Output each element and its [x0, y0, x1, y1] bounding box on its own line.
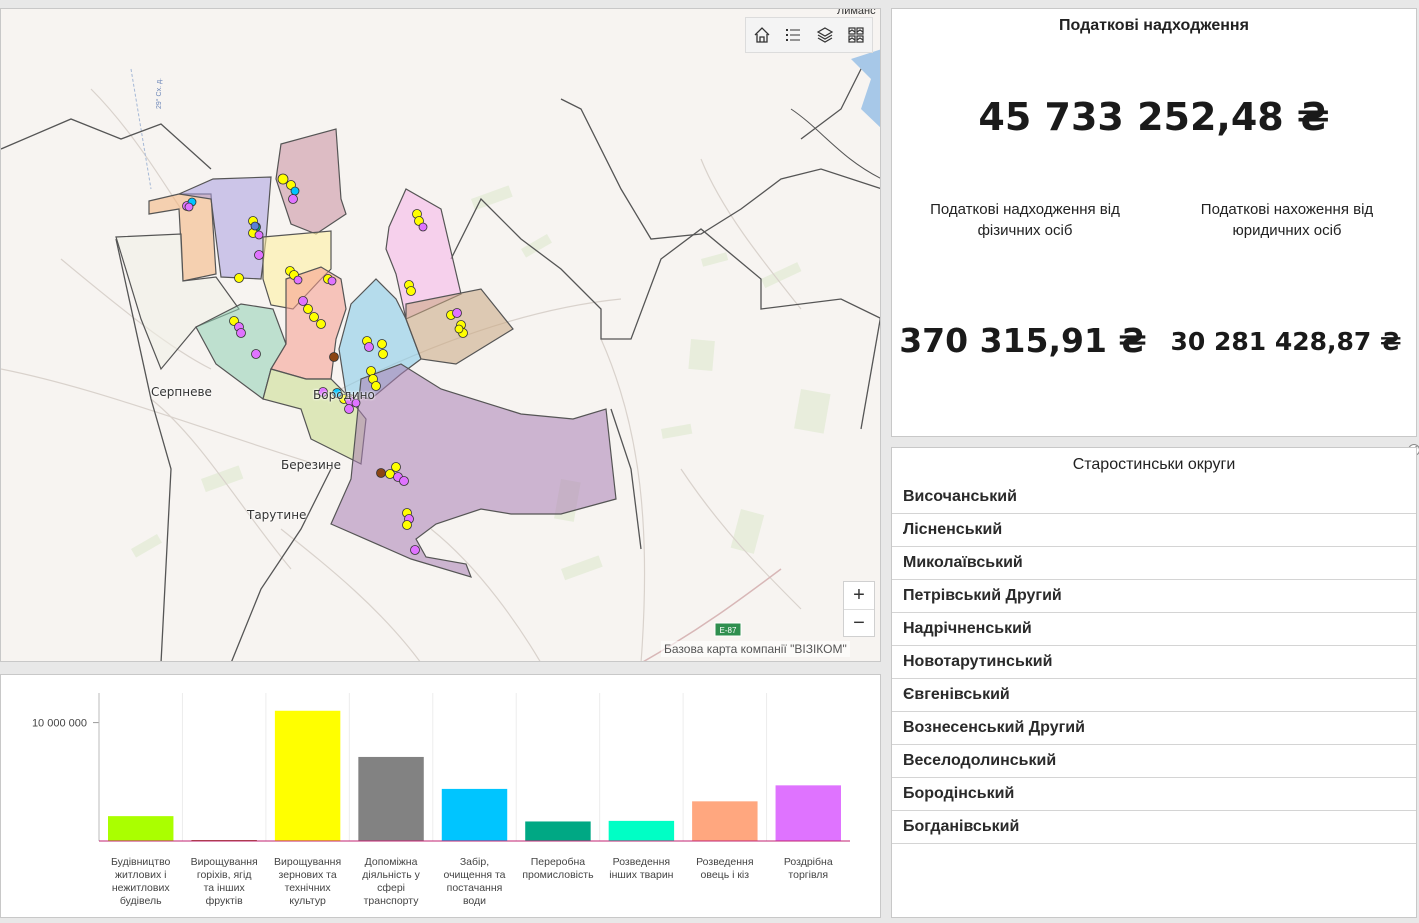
tax-title: Податкові надходження	[1059, 17, 1249, 34]
home-icon	[754, 27, 770, 43]
x-tick-label: Будівництво житлових і нежитлових будівель	[111, 856, 171, 907]
place-label-tarutyne: Тарутине	[247, 508, 307, 522]
x-tick-label: Допоміжна діяльність у сфері транспорту	[362, 856, 420, 907]
layers-icon	[816, 27, 833, 43]
x-tick-label: Вирощування горіхів, ягід та інших фруктів	[191, 856, 258, 907]
zoom-out-button[interactable]: −	[844, 609, 874, 636]
list-item[interactable]: Петрівський Другий	[892, 580, 1416, 613]
industry-chart-panel: 10 000 000 Будівництво житлових і нежитлови…	[0, 674, 881, 918]
map-toolbar	[745, 17, 873, 53]
list-item[interactable]: Веселодолинський	[892, 745, 1416, 778]
road-badge: E-87	[714, 622, 742, 637]
individuals-value: 370 315,91 ₴	[899, 321, 1147, 360]
place-label-borodino: Бородино	[313, 388, 375, 402]
road-badge-label: E-87	[720, 626, 737, 635]
place-label-berezyne: Березине	[281, 458, 342, 472]
x-tick-label: Розведення інших тварин	[609, 856, 673, 881]
individuals-label: Податкові надходження від фізичних осіб	[930, 201, 1120, 239]
legal-entities-value: 30 281 428,87 ₴	[1170, 327, 1402, 356]
list-item[interactable]: Євгенівський	[892, 679, 1416, 712]
map-canvas[interactable]: E-87 29° Сх. д.	[1, 9, 881, 662]
bar-4[interactable]	[358, 756, 424, 841]
district-polygons[interactable]	[115, 128, 617, 578]
layers-button[interactable]	[813, 23, 837, 47]
water-body	[851, 49, 880, 128]
districts-list: Височанський Лісненський Миколаївський П…	[892, 481, 1416, 844]
industry-bar-chart[interactable]: 10 000 000 Будівництво житлових і нежитлови…	[1, 675, 882, 919]
bar-6[interactable]	[525, 821, 591, 841]
list-item[interactable]: Височанський	[892, 481, 1416, 514]
list-item[interactable]: Лісненський	[892, 514, 1416, 547]
bar-8[interactable]	[692, 801, 758, 841]
x-tick-label: Вирощування зернових та технічних культур	[274, 856, 341, 907]
tax-revenue-panel: Податкові надходження 45 733 252,48 ₴ По…	[891, 8, 1417, 437]
bar-3[interactable]	[274, 710, 341, 841]
home-button[interactable]	[750, 23, 774, 47]
x-tick-label: Роздрібна торгівля	[784, 856, 833, 881]
x-tick-label: Переробна промисловість	[522, 856, 594, 881]
x-tick-label: Забір, очищення та постачання води	[443, 856, 505, 907]
coast-line	[790, 108, 880, 179]
list-item[interactable]: Вознесенський Другий	[892, 712, 1416, 745]
map-panel[interactable]: E-87 29° Сх. д. Лиманс Серпневе Бородино…	[0, 8, 881, 662]
zoom-control: + −	[843, 581, 875, 637]
list-item[interactable]: Надрічненський	[892, 613, 1416, 646]
list-item[interactable]: Новотарутинський	[892, 646, 1416, 679]
legend-list-icon	[786, 29, 801, 41]
districts-panel: Старостинськи округи Височанський Ліснен…	[891, 447, 1417, 918]
legend-button[interactable]	[781, 23, 805, 47]
bar-7[interactable]	[608, 820, 675, 841]
map-attribution: Базова карта компанії "ВІЗІКОМ"	[661, 641, 850, 657]
place-label-serpneve: Серпневе	[151, 385, 212, 399]
legal-entities-label: Податкові нахоження від юридичних осіб	[1200, 201, 1374, 239]
zoom-in-button[interactable]: +	[844, 582, 874, 609]
basemap-gallery-button[interactable]	[844, 23, 868, 47]
bar-5[interactable]	[441, 788, 508, 841]
bar-1[interactable]	[108, 816, 174, 841]
list-item[interactable]: Бородінський	[892, 778, 1416, 811]
tax-total-value: 45 733 252,48 ₴	[978, 95, 1330, 139]
y-tick-label: 10 000 000	[32, 718, 87, 730]
list-item[interactable]: Миколаївський	[892, 547, 1416, 580]
basemap-gallery-icon	[848, 27, 864, 43]
list-item[interactable]: Богданівський	[892, 811, 1416, 844]
place-label-top: Лиманс	[837, 8, 876, 17]
bar-9[interactable]	[775, 785, 841, 841]
districts-title: Старостинськи округи	[1072, 456, 1236, 473]
meridian-label: 29° Сх. д.	[155, 78, 163, 109]
x-tick-label: Розведення овець і кіз	[696, 856, 753, 881]
